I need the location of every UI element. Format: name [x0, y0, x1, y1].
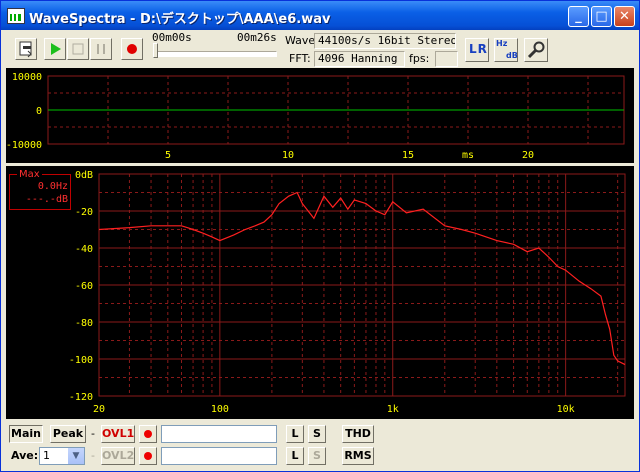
- minimize-button[interactable]: _: [568, 6, 589, 27]
- x-tick-label: 10: [282, 150, 294, 161]
- spectrum-chart: 0dB -20 -40 -60 -80 -100 -12020 100 1k 10k: [69, 170, 626, 415]
- wave-format-field: 44100s/s 16bit Stereo: [314, 33, 456, 49]
- spectrum-line: [98, 191, 626, 366]
- overlay-1-save-button[interactable]: S: [308, 425, 326, 443]
- seek-thumb[interactable]: [153, 43, 158, 58]
- close-icon: ✕: [619, 9, 630, 24]
- title-bar[interactable]: WaveSpectra - D:\デスクトップ\AAA\e6.wav _ □ ✕: [1, 1, 639, 30]
- thd-button[interactable]: THD: [342, 425, 374, 443]
- spectrum-panel[interactable]: 0dB -20 -40 -60 -80 -100 -120 20 100 1k 10k Max 0.…: [6, 166, 634, 419]
- y-tick-label: -120: [69, 392, 93, 403]
- window-title: WaveSpectra - D:\デスクトップ\AAA\e6.wav: [29, 12, 331, 27]
- y-tick-label: -100: [69, 355, 93, 366]
- main-view-button[interactable]: Main: [9, 425, 43, 443]
- fft-setting-field: 4096 Hanning: [314, 51, 405, 67]
- lr-channel-button[interactable]: LR: [465, 38, 489, 62]
- y-tick-label: -40: [75, 244, 93, 255]
- x-tick-label: 5: [165, 150, 171, 161]
- y-tick-label: 0: [36, 106, 42, 117]
- y-tick-label: 0dB: [75, 170, 93, 181]
- overlay-2-save-button[interactable]: S: [308, 447, 326, 465]
- overlay-2-load-button[interactable]: L: [286, 447, 304, 465]
- average-label: Ave:: [11, 449, 39, 462]
- bottom-panel: Main Peak - OVL1 L S THD Ave: 1 ▼ - OVL2…: [1, 421, 639, 471]
- chevron-down-icon[interactable]: ▼: [68, 448, 84, 464]
- average-select[interactable]: 1 ▼: [39, 447, 85, 465]
- overlay-1-load-button[interactable]: L: [286, 425, 304, 443]
- overlay-2-button[interactable]: OVL2: [101, 447, 135, 465]
- app-icon: [7, 8, 25, 24]
- y-tick-label: -80: [75, 318, 93, 329]
- max-frequency: 0.0Hz: [37, 181, 68, 192]
- time-end: 00m26s: [237, 31, 277, 44]
- app-window: WaveSpectra - D:\デスクトップ\AAA\e6.wav _ □ ✕…: [0, 0, 640, 472]
- separator-1: -: [91, 427, 95, 440]
- overlay-1-name-field[interactable]: [161, 425, 277, 443]
- overlay-2-record-button[interactable]: [139, 447, 157, 465]
- settings-button[interactable]: [524, 38, 548, 62]
- overlay-2-name-field[interactable]: [161, 447, 277, 465]
- x-tick-label: 20: [522, 150, 534, 161]
- y-tick-label: 10000: [12, 72, 42, 83]
- record-icon: [144, 430, 152, 438]
- open-file-icon: [19, 41, 32, 58]
- max-level: ---.-dB: [25, 194, 68, 205]
- x-tick-label: 100: [211, 404, 229, 415]
- fps-label: fps:: [409, 52, 430, 65]
- maximize-button[interactable]: □: [591, 6, 612, 27]
- db-icon: dB: [506, 51, 518, 60]
- open-file-button[interactable]: [15, 38, 37, 60]
- hz-icon: Hz: [496, 39, 508, 48]
- wrench-icon: [527, 41, 545, 59]
- play-icon: [51, 43, 61, 55]
- max-label: Max: [17, 169, 42, 180]
- peak-view-button[interactable]: Peak: [50, 425, 86, 443]
- seek-track[interactable]: [155, 51, 277, 57]
- x-tick-label: 1k: [387, 404, 399, 415]
- minimize-icon: _: [575, 9, 582, 24]
- maximize-icon: □: [595, 9, 608, 24]
- average-value: 1: [43, 449, 50, 462]
- max-readout-box: Max 0.0Hz ---.-dB: [9, 169, 71, 210]
- stop-button[interactable]: [67, 38, 89, 60]
- waveform-chart: 10000 0 -10000 5 10 15 20 ms: [6, 72, 625, 161]
- record-icon: [127, 44, 137, 54]
- waveform-panel[interactable]: 10000 0 -10000 5 10 15 20 ms: [6, 68, 634, 163]
- overlay-1-record-button[interactable]: [139, 425, 157, 443]
- hz-db-scale-button[interactable]: Hz dB: [494, 38, 518, 62]
- x-tick-label: 10k: [557, 404, 575, 415]
- x-tick-label: 20: [93, 404, 105, 415]
- overlay-1-button[interactable]: OVL1: [101, 425, 135, 443]
- play-button[interactable]: [44, 38, 66, 60]
- toolbar: 00m00s 00m26s Wave: 44100s/s 16bit Stere…: [1, 30, 639, 68]
- record-icon: [144, 452, 152, 460]
- x-unit-label: ms: [462, 150, 474, 161]
- y-tick-label: -10000: [6, 140, 42, 151]
- separator-2: -: [91, 449, 95, 462]
- y-tick-label: -60: [75, 281, 93, 292]
- fps-field: [435, 51, 458, 67]
- lr-icon: LR: [469, 42, 488, 56]
- stop-icon: [72, 43, 84, 55]
- rms-button[interactable]: RMS: [342, 447, 374, 465]
- close-button[interactable]: ✕: [614, 6, 635, 27]
- x-tick-label: 15: [402, 150, 414, 161]
- record-button[interactable]: [121, 38, 143, 60]
- pause-icon: [97, 44, 105, 54]
- pause-button[interactable]: [90, 38, 112, 60]
- y-tick-label: -20: [75, 207, 93, 218]
- fft-label: FFT:: [289, 52, 311, 65]
